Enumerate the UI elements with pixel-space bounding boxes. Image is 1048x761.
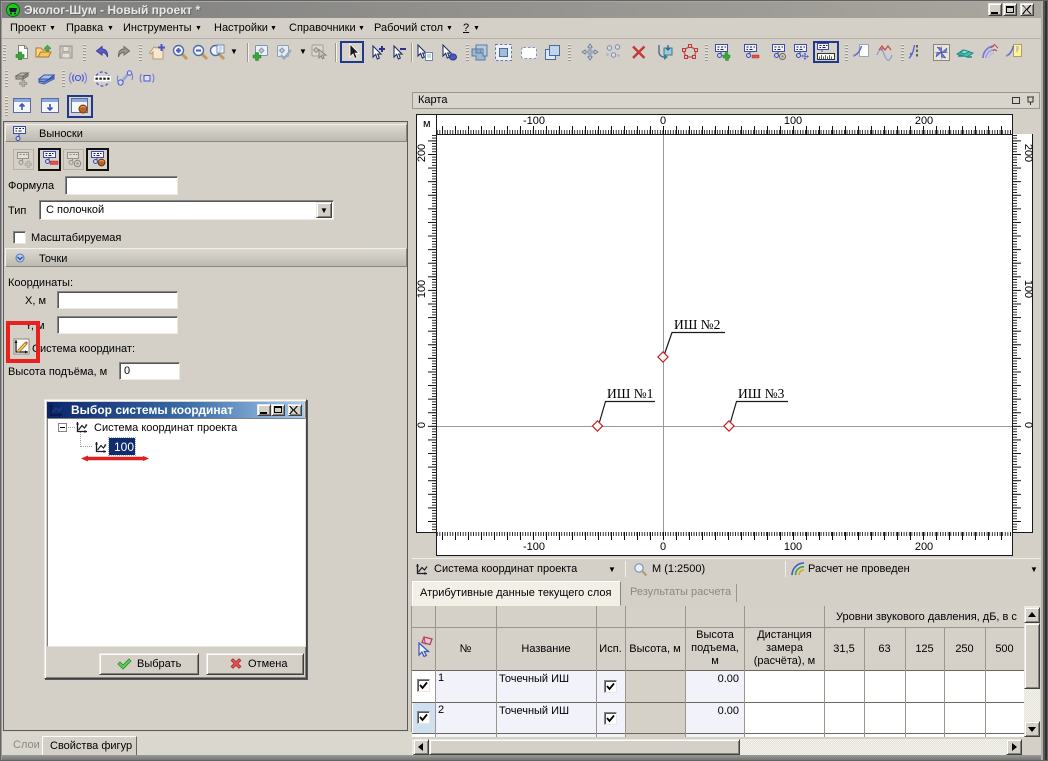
svg-text:ИШ №2: ИШ №2 bbox=[674, 317, 720, 332]
svg-text:ИШ №3: ИШ №3 bbox=[738, 386, 785, 401]
svg-text:ИШ №1: ИШ №1 bbox=[607, 386, 653, 401]
